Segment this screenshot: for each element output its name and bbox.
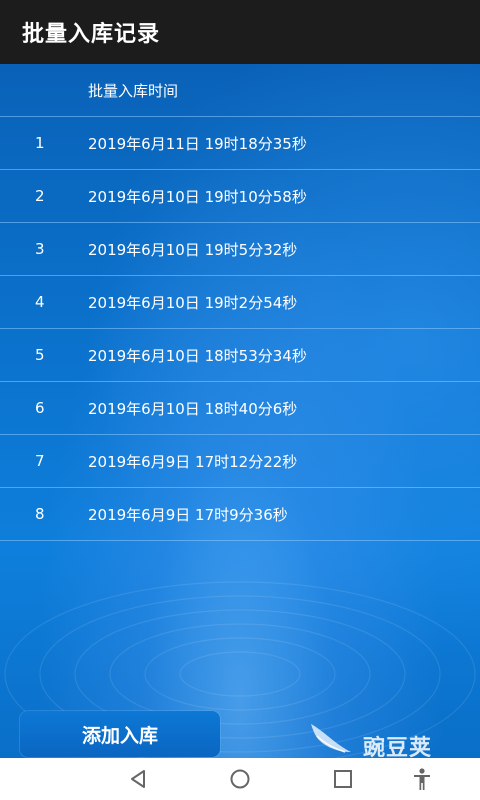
row-index: 2 <box>35 187 45 205</box>
row-time: 2019年6月9日 17时12分22秒 <box>88 452 298 471</box>
row-index: 1 <box>35 134 45 152</box>
table-row[interactable]: 3 2019年6月10日 19时5分32秒 <box>0 223 480 276</box>
back-icon[interactable] <box>124 766 152 792</box>
recents-icon[interactable] <box>329 766 357 792</box>
row-time: 2019年6月10日 19时5分32秒 <box>88 240 298 259</box>
time-column-header: 批量入库时间 <box>88 81 179 100</box>
row-time: 2019年6月9日 17时9分36秒 <box>88 505 288 524</box>
table-header: 批量入库时间 <box>0 64 480 117</box>
table-row[interactable]: 2 2019年6月10日 19时10分58秒 <box>0 170 480 223</box>
records-list: 1 2019年6月11日 19时18分35秒 2 2019年6月10日 19时1… <box>0 117 480 541</box>
table-row[interactable]: 5 2019年6月10日 18时53分34秒 <box>0 329 480 382</box>
row-index: 3 <box>35 240 45 258</box>
watermark: 豌豆荚 <box>305 722 455 758</box>
table-row[interactable]: 1 2019年6月11日 19时18分35秒 <box>0 117 480 170</box>
watermark-text: 豌豆荚 <box>363 736 433 758</box>
table-row[interactable]: 4 2019年6月10日 19时2分54秒 <box>0 276 480 329</box>
row-time: 2019年6月10日 19时2分54秒 <box>88 293 298 312</box>
watermark-logo-icon <box>311 724 351 753</box>
row-index: 7 <box>35 452 45 470</box>
row-index: 8 <box>35 505 45 523</box>
app-bar: 批量入库记录 <box>0 0 480 64</box>
system-nav-bar <box>0 758 480 800</box>
records-panel: 批量入库时间 1 2019年6月11日 19时18分35秒 2 2019年6月1… <box>0 64 480 758</box>
row-index: 6 <box>35 399 45 417</box>
row-time: 2019年6月10日 18时53分34秒 <box>88 346 307 365</box>
row-index: 4 <box>35 293 45 311</box>
accessibility-icon[interactable] <box>408 766 436 792</box>
home-icon[interactable] <box>226 766 254 792</box>
row-time: 2019年6月10日 19时10分58秒 <box>88 187 307 206</box>
add-stock-in-button[interactable]: 添加入库 <box>20 711 220 757</box>
table-row[interactable]: 6 2019年6月10日 18时40分6秒 <box>0 382 480 435</box>
row-index: 5 <box>35 346 45 364</box>
table-row[interactable]: 7 2019年6月9日 17时12分22秒 <box>0 435 480 488</box>
row-time: 2019年6月10日 18时40分6秒 <box>88 399 298 418</box>
row-time: 2019年6月11日 19时18分35秒 <box>88 134 307 153</box>
page-title: 批量入库记录 <box>22 22 161 47</box>
table-row[interactable]: 8 2019年6月9日 17时9分36秒 <box>0 488 480 541</box>
